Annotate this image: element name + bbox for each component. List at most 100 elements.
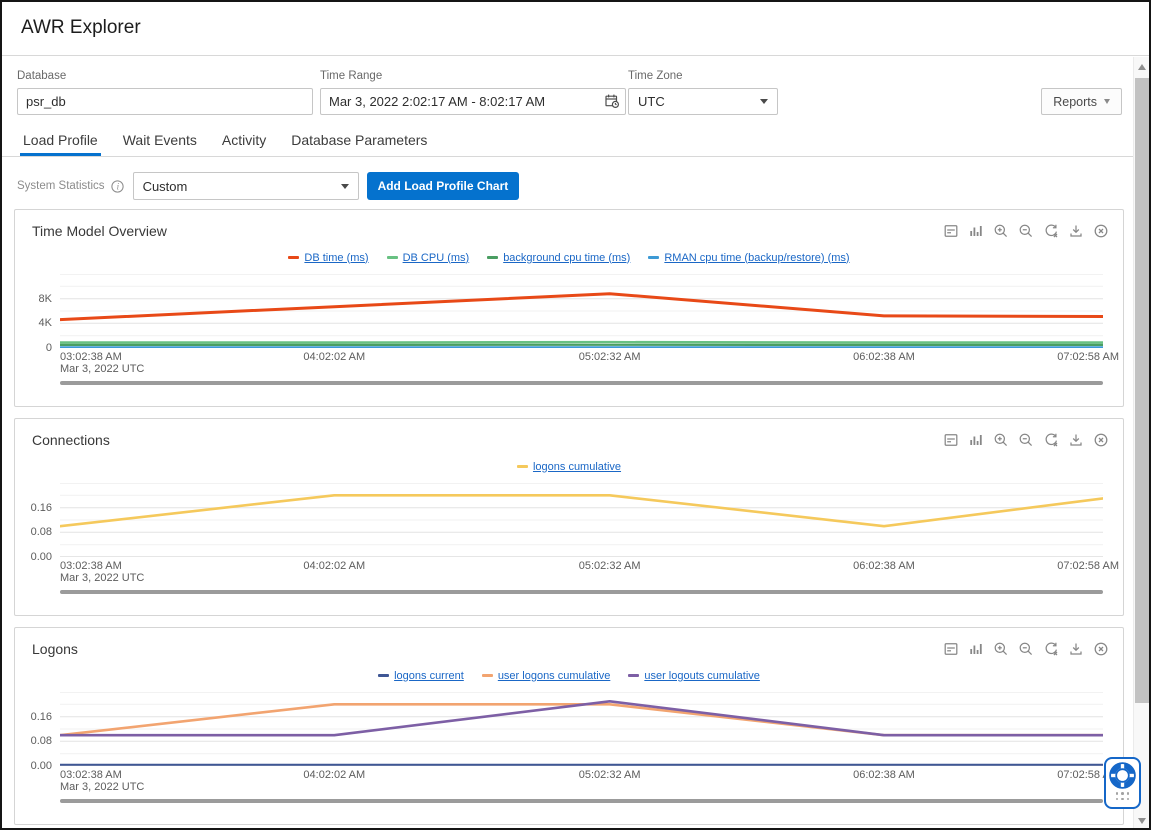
legend-marker <box>517 465 528 468</box>
vertical-scrollbar[interactable] <box>1133 57 1151 830</box>
x-axis-label: 04:02:02 AM <box>303 560 365 572</box>
table-view-icon[interactable] <box>943 432 959 448</box>
grid-dots-icon[interactable] <box>1116 792 1130 801</box>
system-statistics-label: System Statistics <box>17 180 105 192</box>
legend-item[interactable]: logons cumulative <box>517 461 621 473</box>
plot-area[interactable]: 0.000.080.16 <box>60 692 1103 766</box>
zoom-out-icon[interactable] <box>1018 223 1034 239</box>
reset-zoom-icon[interactable] <box>1043 641 1059 657</box>
legend-item[interactable]: background cpu time (ms) <box>487 252 630 264</box>
table-view-icon[interactable] <box>943 223 959 239</box>
legend-marker <box>628 674 639 677</box>
tab-bar: Load Profile Wait Events Activity Database … <box>0 126 1134 157</box>
legend-marker <box>387 256 398 259</box>
chart-range-scrollbar[interactable] <box>60 381 1103 385</box>
legend-link[interactable]: user logouts cumulative <box>644 670 760 682</box>
legend-link[interactable]: logons current <box>394 670 464 682</box>
chart-title: Logons <box>32 641 78 657</box>
x-axis-label: 06:02:38 AM <box>853 769 915 781</box>
chart-controls: System Statistics i Custom Add Load Prof… <box>0 172 1134 200</box>
y-axis-label: 0.16 <box>15 711 52 723</box>
life-buoy-icon[interactable] <box>1109 762 1136 789</box>
remove-chart-icon[interactable] <box>1093 432 1109 448</box>
x-axis-label: 06:02:38 AM <box>853 351 915 363</box>
x-axis-label: 04:02:02 AM <box>303 769 365 781</box>
statistic-select[interactable]: Custom <box>133 172 359 200</box>
scroll-up-icon[interactable] <box>1138 64 1146 70</box>
legend-link[interactable]: background cpu time (ms) <box>503 252 630 264</box>
zoom-in-icon[interactable] <box>993 432 1009 448</box>
database-field: Database <box>17 70 313 115</box>
calendar-clock-icon[interactable] <box>604 93 620 109</box>
series-line <box>60 704 1103 735</box>
download-icon[interactable] <box>1068 223 1084 239</box>
chart-panel-time-model-overview: Time Model OverviewDB time (ms)DB CPU (m… <box>14 209 1124 407</box>
add-load-profile-chart-button[interactable]: Add Load Profile Chart <box>367 172 520 200</box>
legend-item[interactable]: DB CPU (ms) <box>387 252 470 264</box>
legend-link[interactable]: logons cumulative <box>533 461 621 473</box>
plot-area[interactable]: 04K8K <box>60 274 1103 348</box>
zoom-in-icon[interactable] <box>993 641 1009 657</box>
svg-text:i: i <box>116 181 119 191</box>
database-input[interactable] <box>17 88 313 115</box>
reports-button[interactable]: Reports <box>1041 88 1122 115</box>
zoom-out-icon[interactable] <box>1018 641 1034 657</box>
tab-wait-events[interactable]: Wait Events <box>120 126 200 156</box>
time-zone-value: UTC <box>638 94 760 109</box>
chart-legend: DB time (ms) DB CPU (ms) background cpu ti… <box>15 250 1123 265</box>
legend-marker <box>487 256 498 259</box>
reset-zoom-icon[interactable] <box>1043 223 1059 239</box>
y-axis-label: 0.16 <box>15 502 52 514</box>
chart-panel-logons: Logons logons current user logons cumulati… <box>14 627 1124 825</box>
series-line <box>60 294 1103 320</box>
chart-range-scrollbar[interactable] <box>60 799 1103 803</box>
scroll-down-icon[interactable] <box>1138 818 1146 824</box>
remove-chart-icon[interactable] <box>1093 641 1109 657</box>
tab-load-profile[interactable]: Load Profile <box>20 126 101 156</box>
tab-database-parameters[interactable]: Database Parameters <box>288 126 430 156</box>
y-axis-label: 0.00 <box>15 760 52 772</box>
legend-item[interactable]: user logons cumulative <box>482 670 611 682</box>
legend-link[interactable]: RMAN cpu time (backup/restore) (ms) <box>664 252 849 264</box>
legend-item[interactable]: RMAN cpu time (backup/restore) (ms) <box>648 252 849 264</box>
chart-title: Connections <box>32 432 110 448</box>
x-axis-label: 07:02:58 AM <box>1057 351 1119 363</box>
help-launcher[interactable] <box>1104 757 1141 809</box>
bar-chart-icon[interactable] <box>968 432 984 448</box>
y-axis-label: 0.08 <box>15 526 52 538</box>
legend-link[interactable]: DB CPU (ms) <box>403 252 470 264</box>
time-range-input[interactable] <box>320 88 626 115</box>
legend-item[interactable]: logons current <box>378 670 464 682</box>
plot-area[interactable]: 0.000.080.16 <box>60 483 1103 557</box>
scrollbar-thumb[interactable] <box>1135 78 1150 703</box>
zoom-in-icon[interactable] <box>993 223 1009 239</box>
bar-chart-icon[interactable] <box>968 641 984 657</box>
time-zone-select[interactable]: UTC <box>628 88 778 115</box>
x-axis-label: 04:02:02 AM <box>303 351 365 363</box>
y-axis-label: 0 <box>15 342 52 354</box>
legend-marker <box>378 674 389 677</box>
legend-item[interactable]: DB time (ms) <box>288 252 368 264</box>
charts-container: Time Model OverviewDB time (ms)DB CPU (m… <box>0 209 1134 825</box>
reports-button-label: Reports <box>1053 95 1097 109</box>
bar-chart-icon[interactable] <box>968 223 984 239</box>
table-view-icon[interactable] <box>943 641 959 657</box>
tab-activity[interactable]: Activity <box>219 126 269 156</box>
zoom-out-icon[interactable] <box>1018 432 1034 448</box>
download-icon[interactable] <box>1068 432 1084 448</box>
download-icon[interactable] <box>1068 641 1084 657</box>
series-line <box>60 495 1103 526</box>
remove-chart-icon[interactable] <box>1093 223 1109 239</box>
x-axis-label: 07:02:58 AM <box>1057 560 1119 572</box>
info-icon[interactable]: i <box>110 179 125 194</box>
filter-bar: Database Time Range Time Zone UTC <box>0 57 1134 115</box>
legend-link[interactable]: user logons cumulative <box>498 670 611 682</box>
reset-zoom-icon[interactable] <box>1043 432 1059 448</box>
legend-item[interactable]: user logouts cumulative <box>628 670 760 682</box>
time-range-label: Time Range <box>320 70 626 82</box>
legend-link[interactable]: DB time (ms) <box>304 252 368 264</box>
x-axis-label: 03:02:38 AMMar 3, 2022 UTC <box>60 560 144 584</box>
chart-range-scrollbar[interactable] <box>60 590 1103 594</box>
x-axis-date-label: Mar 3, 2022 UTC <box>60 572 144 584</box>
x-axis-label: 05:02:32 AM <box>579 560 641 572</box>
